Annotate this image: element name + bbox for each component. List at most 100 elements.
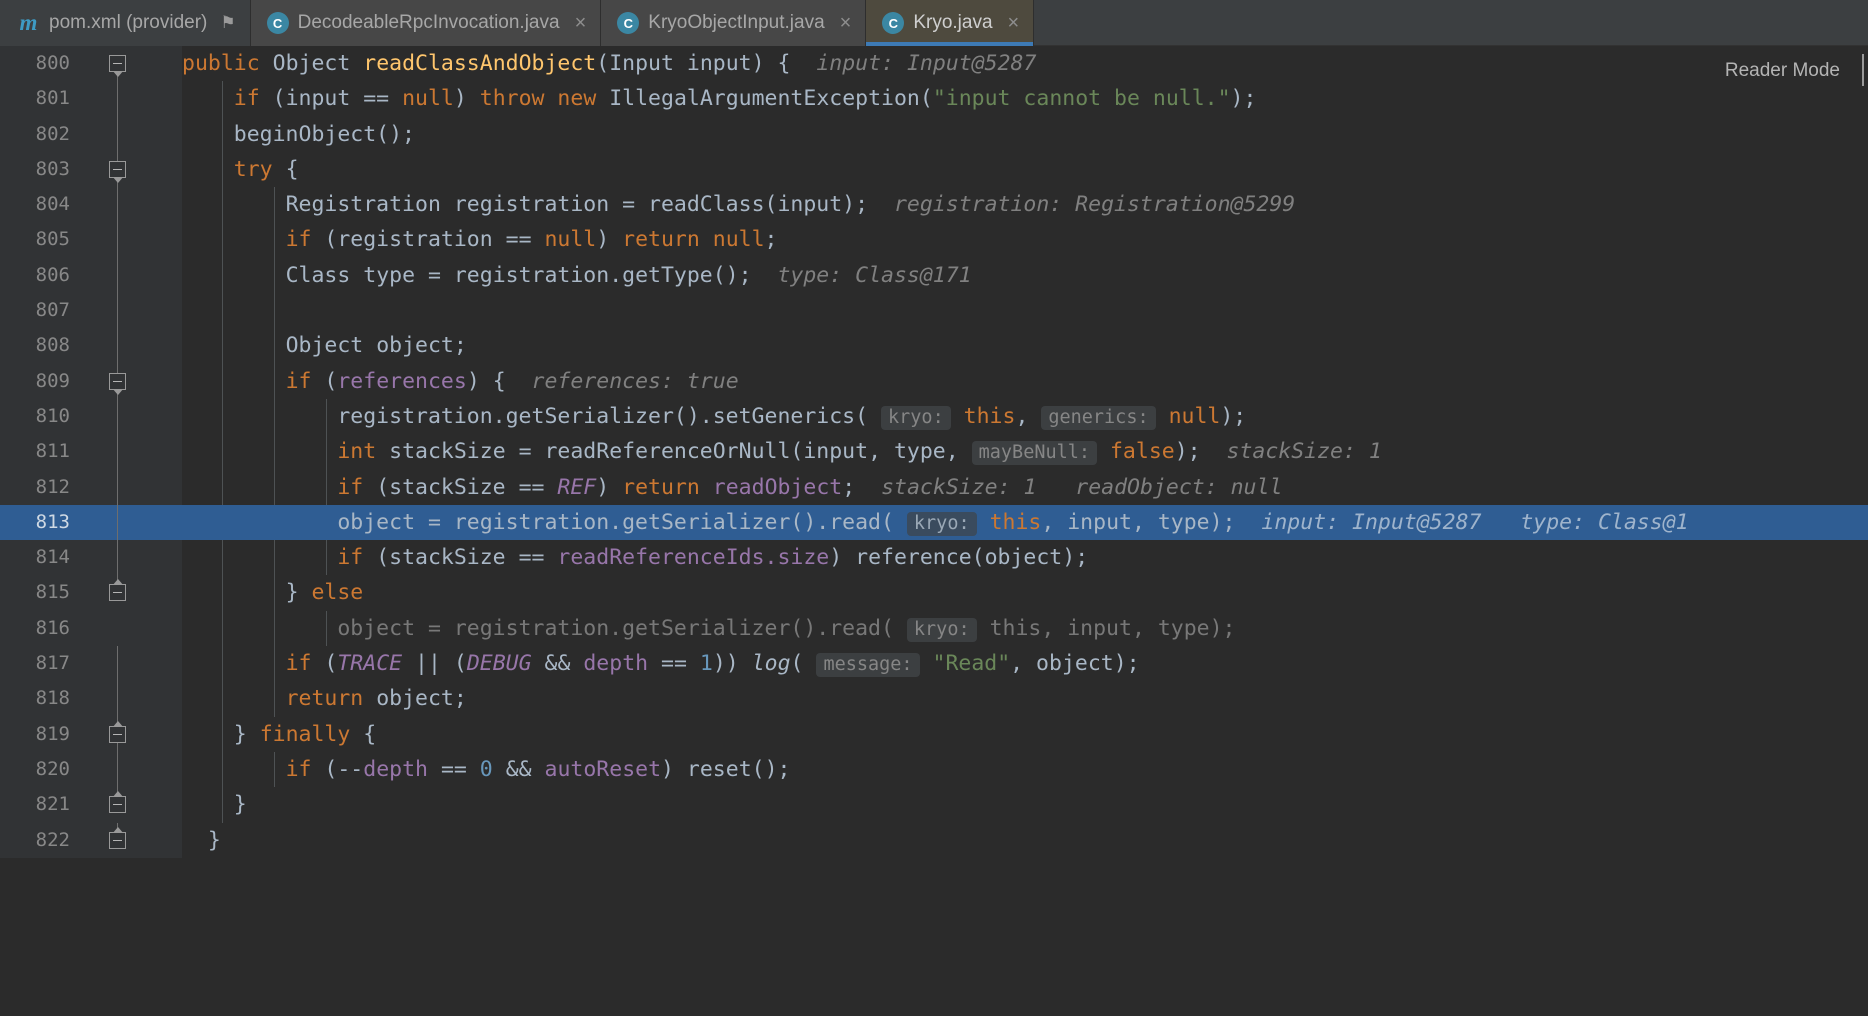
fold-collapse-icon[interactable] (109, 584, 126, 602)
close-icon[interactable]: × (1008, 13, 1020, 33)
code-text[interactable]: if (TRACE || (DEBUG && depth == 1)) log(… (182, 646, 1868, 682)
line-number[interactable]: 817 (0, 646, 82, 682)
close-icon[interactable]: × (575, 13, 587, 33)
code-line-822[interactable]: 822 } (0, 822, 1868, 858)
fold-column[interactable] (102, 646, 134, 682)
line-number[interactable]: 822 (0, 822, 82, 858)
tab-pom-xml[interactable]: m pom.xml (provider) ⚑ (0, 0, 251, 46)
code-line-808[interactable]: 808 Object object; (0, 328, 1868, 364)
fold-column[interactable] (102, 398, 134, 435)
code-text[interactable] (182, 293, 1868, 329)
line-number[interactable]: 802 (0, 116, 82, 152)
line-number[interactable]: 813 (0, 504, 82, 541)
fold-column[interactable] (102, 81, 134, 117)
code-text[interactable]: registration.getSerializer().setGenerics… (182, 398, 1868, 435)
code-text[interactable]: if (input == null) throw new IllegalArgu… (182, 81, 1868, 117)
tab-kryo-java[interactable]: C Kryo.java × (866, 0, 1035, 46)
fold-collapse-icon[interactable] (109, 831, 126, 849)
line-number[interactable]: 801 (0, 81, 82, 117)
fold-column[interactable] (102, 187, 134, 223)
code-text[interactable]: return object; (182, 681, 1868, 717)
code-text[interactable]: } finally { (182, 716, 1868, 752)
close-icon[interactable]: × (840, 13, 852, 33)
line-number[interactable]: 807 (0, 293, 82, 329)
line-number[interactable]: 803 (0, 151, 82, 188)
fold-collapse-icon[interactable] (109, 796, 126, 814)
code-text[interactable]: beginObject(); (182, 116, 1868, 152)
fold-column[interactable] (102, 434, 134, 470)
fold-column[interactable] (102, 222, 134, 258)
line-number[interactable]: 812 (0, 469, 82, 505)
code-line-818[interactable]: 818 return object; (0, 681, 1868, 717)
code-line-801[interactable]: 801 if (input == null) throw new Illegal… (0, 81, 1868, 117)
fold-column[interactable] (102, 469, 134, 505)
fold-column[interactable] (102, 540, 134, 576)
line-number[interactable]: 806 (0, 257, 82, 294)
fold-column[interactable] (102, 363, 134, 399)
code-text[interactable]: Object object; (182, 328, 1868, 364)
fold-column[interactable] (102, 787, 134, 823)
code-editor[interactable]: Reader Mode 800 public Object readClassA… (0, 46, 1868, 1016)
line-number[interactable]: 816 (0, 610, 82, 647)
code-text[interactable]: try { (182, 151, 1868, 188)
fold-column[interactable] (102, 116, 134, 152)
code-text[interactable]: int stackSize = readReferenceOrNull(inpu… (182, 434, 1868, 470)
line-number[interactable]: 819 (0, 716, 82, 752)
code-line-816[interactable]: 816 object = registration.getSerializer(… (0, 610, 1868, 647)
code-text[interactable]: if (references) { references: true (182, 363, 1868, 399)
code-text[interactable]: if (stackSize == REF) return readObject;… (182, 469, 1868, 505)
line-number[interactable]: 810 (0, 398, 82, 435)
fold-column[interactable] (102, 257, 134, 294)
code-line-806[interactable]: 806 Class type = registration.getType();… (0, 257, 1868, 294)
code-line-820[interactable]: 820 if (--depth == 0 && autoReset) reset… (0, 751, 1868, 788)
line-number[interactable]: 818 (0, 681, 82, 717)
line-number[interactable]: 809 (0, 363, 82, 399)
tab-kryo-object-input[interactable]: C KryoObjectInput.java × (601, 0, 867, 46)
line-number[interactable]: 811 (0, 434, 82, 470)
fold-column[interactable] (102, 822, 134, 858)
line-number[interactable]: 808 (0, 328, 82, 364)
fold-column[interactable] (102, 293, 134, 329)
code-line-807[interactable]: 807 (0, 293, 1868, 329)
fold-column[interactable] (102, 151, 134, 188)
line-number[interactable]: 800 (0, 46, 82, 82)
code-text[interactable]: Class type = registration.getType(); typ… (182, 257, 1868, 294)
code-text[interactable]: if (stackSize == readReferenceIds.size) … (182, 540, 1868, 576)
fold-column[interactable] (102, 328, 134, 364)
code-line-817[interactable]: 817 if (TRACE || (DEBUG && depth == 1)) … (0, 646, 1868, 682)
code-line-811[interactable]: 811 int stackSize = readReferenceOrNull(… (0, 434, 1868, 470)
code-line-800[interactable]: 800 public Object readClassAndObject(Inp… (0, 46, 1868, 82)
line-number[interactable]: 821 (0, 787, 82, 823)
tab-decodeable-rpc-invocation[interactable]: C DecodeableRpcInvocation.java × (250, 0, 602, 46)
code-text[interactable]: } (182, 822, 1868, 858)
fold-collapse-icon[interactable] (109, 160, 126, 178)
fold-column[interactable] (102, 504, 134, 541)
code-line-804[interactable]: 804 Registration registration = readClas… (0, 187, 1868, 223)
code-line-819[interactable]: 819 } finally { (0, 716, 1868, 752)
line-number[interactable]: 804 (0, 187, 82, 223)
code-text[interactable]: object = registration.getSerializer().re… (182, 610, 1868, 647)
reader-mode-label[interactable]: Reader Mode (1725, 60, 1840, 82)
fold-collapse-icon[interactable] (109, 55, 126, 72)
fold-collapse-icon[interactable] (109, 372, 126, 390)
code-line-810[interactable]: 810 registration.getSerializer().setGene… (0, 398, 1868, 435)
code-text[interactable]: public Object readClassAndObject(Input i… (182, 46, 1868, 82)
line-number[interactable]: 815 (0, 575, 82, 611)
fold-column[interactable] (102, 575, 134, 611)
code-line-813-highlighted[interactable]: 813 object = registration.getSerializer(… (0, 504, 1868, 541)
code-line-815[interactable]: 815 } else (0, 575, 1868, 611)
code-line-814[interactable]: 814 if (stackSize == readReferenceIds.si… (0, 540, 1868, 576)
code-line-809[interactable]: 809 if (references) { references: true (0, 363, 1868, 399)
fold-collapse-icon[interactable] (109, 725, 126, 743)
line-number[interactable]: 814 (0, 540, 82, 576)
fold-column[interactable] (102, 716, 134, 752)
code-text[interactable]: } else (182, 575, 1868, 611)
code-line-821[interactable]: 821 } (0, 787, 1868, 823)
code-line-803[interactable]: 803 try { (0, 151, 1868, 188)
fold-column[interactable] (102, 681, 134, 717)
code-line-812[interactable]: 812 if (stackSize == REF) return readObj… (0, 469, 1868, 505)
code-text[interactable]: if (--depth == 0 && autoReset) reset(); (182, 751, 1868, 788)
line-number[interactable]: 820 (0, 751, 82, 788)
code-line-805[interactable]: 805 if (registration == null) return nul… (0, 222, 1868, 258)
code-text[interactable]: object = registration.getSerializer().re… (182, 504, 1868, 541)
